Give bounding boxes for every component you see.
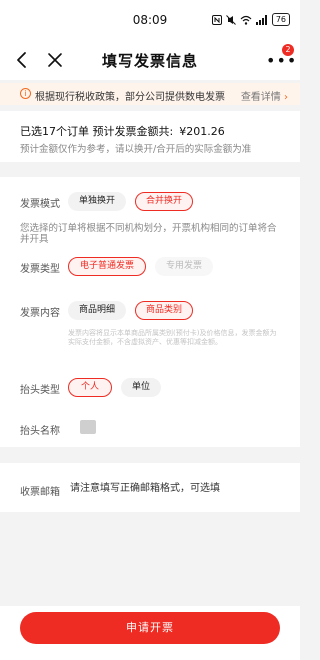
mode-label: 发票模式 (20, 199, 60, 210)
more-dots-icon: ••• (266, 51, 298, 70)
mute-icon (225, 14, 236, 25)
mode-description: 您选择的订单将根据不同机构划分，开票机构相同的订单将合并开具 (20, 223, 277, 245)
title-type-label: 抬头类型 (20, 385, 60, 396)
more-button[interactable]: ••• 2 (266, 44, 296, 69)
email-label: 收票邮箱 (20, 487, 60, 498)
email-section: 收票邮箱 (0, 463, 300, 512)
status-icons: 76 (211, 13, 290, 26)
summary-line: 已选17个订单 预计发票金额共: ¥201.26 (20, 123, 225, 139)
email-input[interactable] (70, 481, 280, 496)
content-fine-print: 发票内容将显示本单商品所属类别(预付卡)及价格信息，发票金额为实际支付金额，不含… (68, 329, 277, 346)
notification-badge: 2 (282, 44, 294, 56)
chevron-right-icon: › (284, 92, 288, 103)
nfc-icon (211, 14, 222, 25)
content-label: 发票内容 (20, 308, 60, 319)
content-option-detail[interactable]: 商品明细 (68, 301, 126, 320)
type-option-special: 专用发票 (155, 257, 213, 276)
content-option-category[interactable]: 商品类别 (135, 301, 193, 320)
info-icon: i (20, 88, 31, 99)
type-label: 发票类型 (20, 264, 60, 275)
notice-text: 根据现行税收政策，部分公司提供数电发票 (35, 92, 225, 103)
view-details-link[interactable]: 查看详情 › (241, 88, 288, 103)
view-details-label: 查看详情 (240, 92, 281, 103)
summary-amount: ¥201.26 (179, 125, 225, 138)
type-option-electronic[interactable]: 电子普通发票 (68, 257, 146, 276)
title-type-option-company[interactable]: 单位 (121, 378, 161, 397)
nav-bar: 填写发票信息 ••• 2 (0, 40, 300, 80)
signal-icon (255, 14, 267, 25)
order-summary: 已选17个订单 预计发票金额共: ¥201.26 预计金额仅作为参考，请以换开/合… (0, 111, 300, 162)
title-type-option-personal[interactable]: 个人 (68, 378, 112, 397)
bottom-bar: 申请开票 (0, 606, 300, 660)
title-name-field[interactable] (80, 420, 96, 434)
summary-count-text: 已选17个订单 预计发票金额共: (20, 125, 174, 138)
wifi-icon (240, 15, 252, 25)
mode-option-merge[interactable]: 合并换开 (135, 192, 193, 211)
title-name-label: 抬头名称 (20, 426, 60, 437)
mode-option-separate[interactable]: 单独换开 (68, 192, 126, 211)
page-title: 填写发票信息 (101, 52, 198, 70)
tax-policy-notice: i 根据现行税收政策，部分公司提供数电发票 查看详情 › (0, 83, 300, 105)
invoice-form: 发票模式 单独换开 合并换开 您选择的订单将根据不同机构划分，开票机构相同的订单… (0, 177, 300, 447)
summary-note: 预计金额仅作为参考，请以换开/合开后的实际金额为准 (20, 144, 252, 155)
status-bar: 08:09 76 (0, 0, 300, 40)
apply-invoice-button[interactable]: 申请开票 (20, 612, 280, 644)
battery-indicator: 76 (271, 13, 290, 26)
